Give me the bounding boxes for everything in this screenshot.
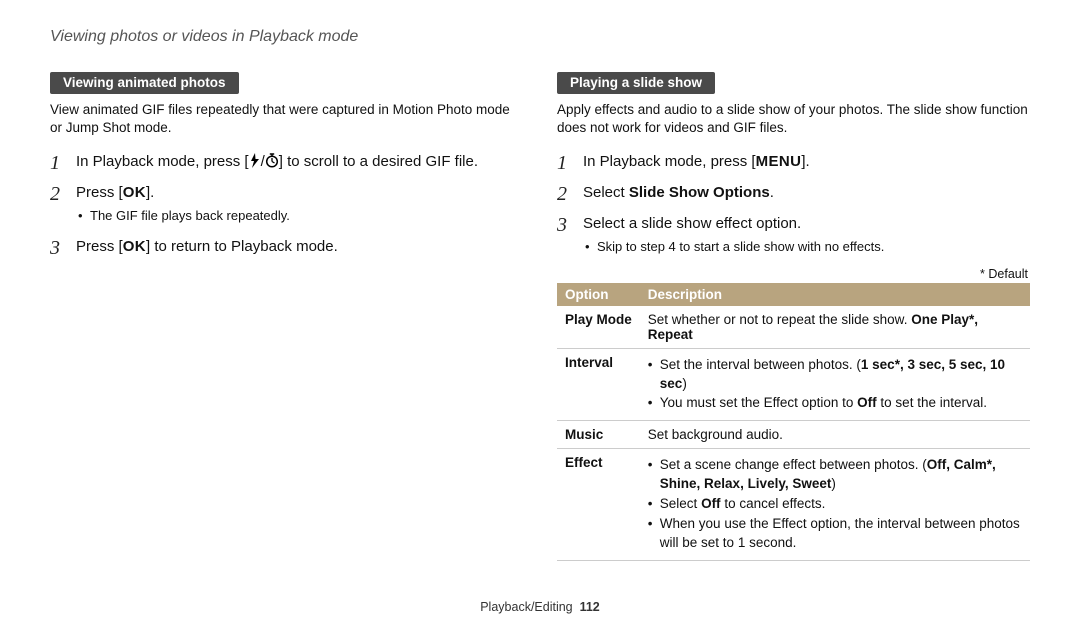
- cell-option: Effect: [557, 449, 640, 560]
- text: to set the interval.: [877, 395, 987, 410]
- steps-right: In Playback mode, press [MENU]. Select S…: [557, 151, 1030, 256]
- cell-desc: Set a scene change effect between photos…: [640, 449, 1030, 560]
- list-item: Set a scene change effect between photos…: [648, 456, 1022, 494]
- timer-icon: [265, 153, 279, 170]
- page-title: Viewing photos or videos in Playback mod…: [50, 28, 1030, 46]
- options-table: Option Description Play Mode Set whether…: [557, 283, 1030, 561]
- text: Select a slide show effect option.: [583, 215, 801, 232]
- cell-option: Play Mode: [557, 306, 640, 349]
- table-row: Music Set background audio.: [557, 421, 1030, 449]
- substep: The GIF file plays back repeatedly.: [76, 207, 523, 225]
- text: .: [770, 184, 774, 201]
- text: Select: [583, 184, 629, 201]
- text: ] to return to Playback mode.: [146, 238, 338, 255]
- text: ].: [146, 184, 154, 201]
- text: In Playback mode, press [: [76, 153, 249, 170]
- table-row: Play Mode Set whether or not to repeat t…: [557, 306, 1030, 349]
- step-1: In Playback mode, press [MENU].: [557, 151, 1030, 172]
- text: to cancel effects.: [721, 496, 826, 511]
- option-name: Slide Show Options: [629, 184, 770, 201]
- text: Press [: [76, 238, 123, 255]
- th-description: Description: [640, 283, 1030, 306]
- list-item: You must set the Effect option to Off to…: [648, 394, 1022, 413]
- step-3: Press [OK] to return to Playback mode.: [50, 236, 523, 257]
- cell-option: Music: [557, 421, 640, 449]
- ok-button-label: OK: [123, 184, 146, 201]
- menu-button-label: MENU: [756, 153, 802, 170]
- text: ].: [801, 153, 809, 170]
- cell-desc: Set whether or not to repeat the slide s…: [640, 306, 1030, 349]
- text: Set the interval between photos. (: [660, 357, 861, 372]
- values: Off: [701, 496, 721, 511]
- step-3: Select a slide show effect option. Skip …: [557, 213, 1030, 256]
- list-item: When you use the Effect option, the inte…: [648, 515, 1022, 553]
- ok-button-label: OK: [123, 238, 146, 255]
- list-item: Select Off to cancel effects.: [648, 495, 1022, 514]
- page-footer: Playback/Editing 112: [0, 600, 1080, 614]
- cell-option: Interval: [557, 348, 640, 421]
- text: You must set the Effect option to: [660, 395, 857, 410]
- text: ): [831, 476, 836, 491]
- footer-section: Playback/Editing: [480, 600, 572, 614]
- intro-text-left: View animated GIF files repeatedly that …: [50, 101, 523, 137]
- text: Set a scene change effect between photos…: [660, 457, 927, 472]
- step-1: In Playback mode, press [/] to scroll to…: [50, 151, 523, 172]
- text: ] to scroll to a desired GIF file.: [279, 153, 478, 170]
- text: Press [: [76, 184, 123, 201]
- list-item: Set the interval between photos. (1 sec*…: [648, 356, 1022, 394]
- default-legend: * Default: [557, 267, 1028, 281]
- table-row: Interval Set the interval between photos…: [557, 348, 1030, 421]
- cell-desc: Set the interval between photos. (1 sec*…: [640, 348, 1030, 421]
- text: In Playback mode, press [: [583, 153, 756, 170]
- table-header-row: Option Description: [557, 283, 1030, 306]
- step-2: Select Slide Show Options.: [557, 182, 1030, 203]
- page-number: 112: [580, 600, 600, 614]
- values: Off: [857, 395, 877, 410]
- steps-left: In Playback mode, press [/] to scroll to…: [50, 151, 523, 256]
- section-heading-animated: Viewing animated photos: [50, 72, 239, 94]
- column-left: Viewing animated photos View animated GI…: [50, 72, 523, 561]
- intro-text-right: Apply effects and audio to a slide show …: [557, 101, 1030, 137]
- text: Select: [660, 496, 701, 511]
- text: Set whether or not to repeat the slide s…: [648, 312, 911, 327]
- text: ): [682, 376, 687, 391]
- column-right: Playing a slide show Apply effects and a…: [557, 72, 1030, 561]
- flash-icon: [249, 153, 261, 170]
- cell-desc: Set background audio.: [640, 421, 1030, 449]
- substep: Skip to step 4 to start a slide show wit…: [583, 238, 1030, 256]
- step-2: Press [OK]. The GIF file plays back repe…: [50, 182, 523, 225]
- th-option: Option: [557, 283, 640, 306]
- table-row: Effect Set a scene change effect between…: [557, 449, 1030, 560]
- section-heading-slideshow: Playing a slide show: [557, 72, 715, 94]
- content-columns: Viewing animated photos View animated GI…: [50, 72, 1030, 561]
